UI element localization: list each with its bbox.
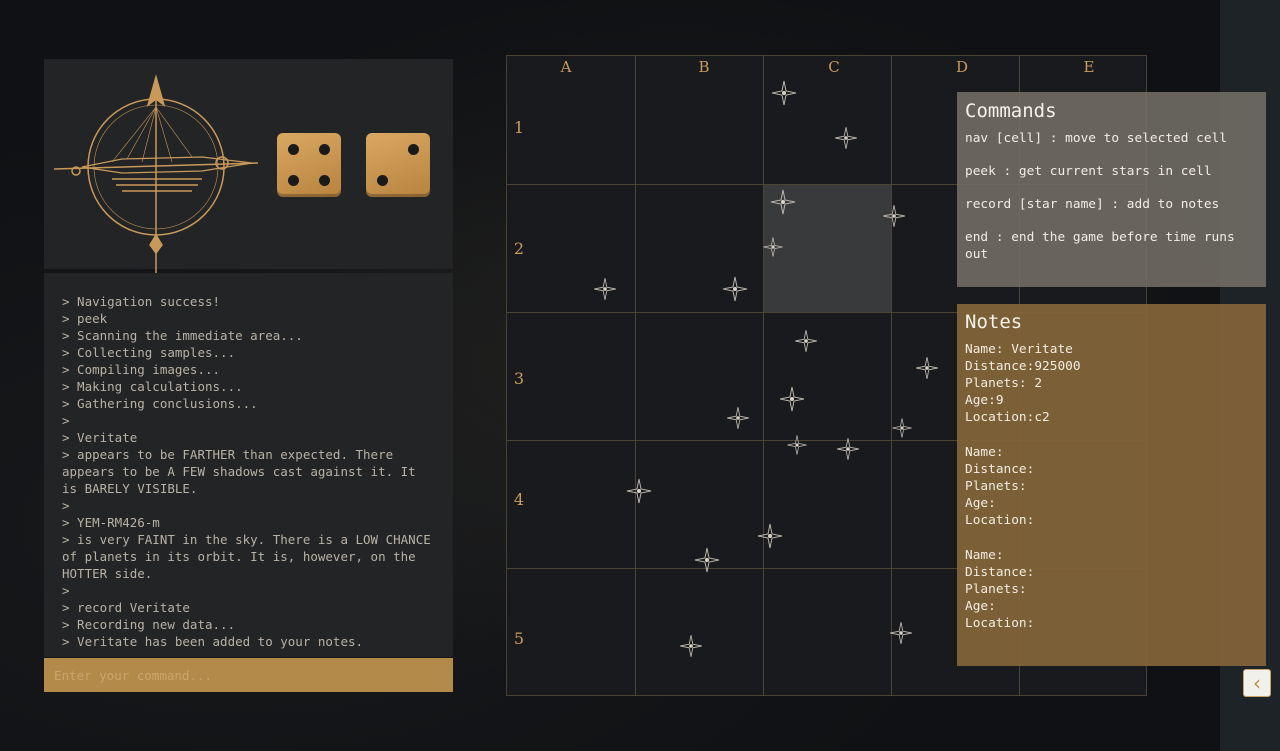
note-entry: Name: Distance: Planets: Age: Location: (965, 547, 1258, 632)
console-log: > Navigation success! > peek > Scanning th… (44, 273, 453, 657)
row-label-3: 3 (513, 369, 525, 388)
note-entry: Name: Distance: Planets: Age: Location: (965, 444, 1258, 529)
note-distance: Distance: (965, 565, 1035, 580)
note-entry: Name: Veritate Distance:925000 Planets: … (965, 341, 1258, 426)
die-two (366, 133, 430, 197)
command-record: record [star name] : add to notes (965, 197, 1220, 212)
four-point-star-icon (916, 357, 938, 379)
four-point-star-icon (770, 189, 796, 215)
log-line: > Veritate has been added to your notes. (62, 634, 364, 649)
note-location: Location:c2 (965, 410, 1050, 425)
note-distance: Distance: (965, 462, 1035, 477)
four-point-star-icon (835, 127, 857, 149)
row-label-1: 1 (513, 118, 525, 137)
log-line: > peek (62, 311, 108, 326)
log-line: > Collecting samples... (62, 345, 236, 360)
die-four (277, 133, 341, 197)
log-lines: > Navigation success! > peek > Scanning th… (44, 273, 453, 650)
note-age: Age: (965, 496, 996, 511)
command-nav: nav [cell] : move to selected cell (965, 131, 1227, 146)
note-name: Name: Veritate (965, 342, 1073, 357)
note-name: Name: (965, 445, 1004, 460)
four-point-star-icon (722, 276, 748, 302)
four-point-star-icon (694, 547, 720, 573)
log-line: > appears to be FARTHER than expected. T… (62, 447, 424, 496)
log-line: > is very FAINT in the sky. There is a L… (62, 532, 439, 581)
four-point-star-icon (837, 438, 859, 460)
row-label-4: 4 (513, 490, 525, 509)
row-label-5: 5 (513, 629, 525, 648)
four-point-star-icon (890, 622, 912, 644)
note-planets: Planets: (965, 582, 1027, 597)
col-label-e: E (1083, 58, 1095, 76)
commands-panel: Commands nav [cell] : move to selected c… (957, 92, 1266, 287)
four-point-star-icon (680, 635, 702, 657)
note-location: Location: (965, 513, 1035, 528)
four-point-star-icon (594, 278, 616, 300)
four-point-star-icon (771, 80, 797, 106)
four-point-star-icon (727, 407, 749, 429)
notes-panel: Notes Name: Veritate Distance:925000 Pla… (957, 304, 1266, 666)
command-end: end : end the game before time runs out (965, 230, 1235, 262)
log-line: > (62, 498, 70, 513)
log-line: > Gathering conclusions... (62, 396, 258, 411)
emblem-panel (44, 59, 453, 317)
row-label-2: 2 (513, 239, 525, 258)
log-line: > Scanning the immediate area... (62, 328, 303, 343)
command-input[interactable] (44, 658, 453, 692)
note-planets: Planets: 2 (965, 376, 1043, 391)
four-point-star-icon (787, 435, 807, 455)
note-planets: Planets: (965, 479, 1027, 494)
col-label-a: A (560, 58, 572, 76)
commands-title: Commands (965, 100, 1057, 122)
four-point-star-icon (626, 478, 652, 504)
note-age: Age:9 (965, 393, 1004, 408)
log-line: > Recording new data... (62, 617, 236, 632)
four-point-star-icon (779, 386, 805, 412)
log-line: > record Veritate (62, 600, 190, 615)
four-point-star-icon (757, 523, 783, 549)
col-label-d: D (955, 58, 969, 76)
chevron-left-icon[interactable]: ‹ (1243, 669, 1271, 697)
log-line: > YEM-RM426-m (62, 515, 160, 530)
four-point-star-icon (763, 237, 783, 257)
log-line: > Veritate (62, 430, 138, 445)
log-line: > (62, 413, 70, 428)
command-peek: peek : get current stars in cell (965, 164, 1212, 179)
log-line: > Making calculations... (62, 379, 243, 394)
note-location: Location: (965, 616, 1035, 631)
log-line: > Compiling images... (62, 362, 221, 377)
four-point-star-icon (892, 418, 912, 438)
note-distance: Distance:925000 (965, 359, 1081, 374)
note-name: Name: (965, 548, 1004, 563)
log-line: > Navigation success! (62, 294, 221, 309)
four-point-star-icon (795, 330, 817, 352)
col-label-b: B (698, 58, 710, 76)
note-age: Age: (965, 599, 996, 614)
four-point-star-icon (883, 205, 905, 227)
log-line: > (62, 583, 70, 598)
notes-title: Notes (965, 311, 1023, 333)
col-label-c: C (828, 58, 840, 76)
